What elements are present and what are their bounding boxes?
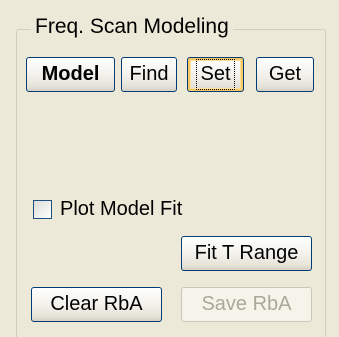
set-button[interactable]: Set xyxy=(187,57,244,92)
save-rba-button-label: Save RbA xyxy=(201,293,292,315)
groupbox-title: Freq. Scan Modeling xyxy=(31,14,233,40)
model-button[interactable]: Model xyxy=(26,57,115,92)
save-rba-button: Save RbA xyxy=(181,287,312,322)
fit-t-range-button-label: Fit T Range xyxy=(194,242,299,264)
find-button[interactable]: Find xyxy=(121,57,177,92)
clear-rba-button[interactable]: Clear RbA xyxy=(31,287,162,322)
plot-model-fit-checkbox-row[interactable]: Plot Model Fit xyxy=(33,198,182,221)
find-button-label: Find xyxy=(129,63,169,85)
model-button-label: Model xyxy=(41,63,100,85)
fit-t-range-button[interactable]: Fit T Range xyxy=(181,236,312,271)
clear-rba-button-label: Clear RbA xyxy=(50,293,143,315)
get-button[interactable]: Get xyxy=(256,57,314,92)
get-button-label: Get xyxy=(268,63,302,85)
plot-model-fit-label: Plot Model Fit xyxy=(60,198,183,220)
set-button-label: Set xyxy=(196,59,235,90)
plot-model-fit-checkbox[interactable] xyxy=(33,200,52,219)
